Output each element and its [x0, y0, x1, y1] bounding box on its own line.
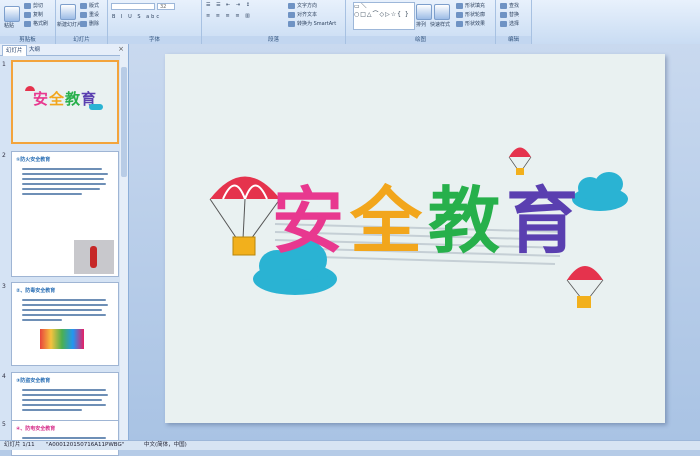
align-text-button[interactable]: 对齐文本 — [288, 11, 317, 18]
find-icon — [500, 2, 507, 9]
smartart-button[interactable]: 转换为 SmartArt — [288, 20, 336, 27]
paragraph-group: ☰ ☰ ⇤ ⇥ ↕ ≡ ≡ ≡ ≡ ▥ 文字方向 对齐文本 转换为 SmartA… — [202, 0, 346, 44]
title-char: 安 — [272, 179, 351, 263]
align-text-icon — [288, 11, 295, 18]
smartart-icon — [288, 20, 295, 27]
slides-group-label: 幻灯片 — [56, 36, 107, 44]
ribbon: 粘贴 剪切 复制 格式刷 剪贴板 新建幻灯片 版式 重设 删除 幻灯片 32 B… — [0, 0, 700, 45]
thumb-heading: ④、防电安全教育 — [16, 426, 56, 432]
reset-button[interactable]: 重设 — [80, 11, 99, 18]
pane-tabs: 幻灯片 大纲 × — [0, 44, 128, 56]
slide-title[interactable]: 安全教育 — [272, 162, 584, 267]
new-slide-icon[interactable] — [60, 4, 76, 20]
slides-pane: 幻灯片 大纲 × 1 安全教育 2 ①防火安全教育 3 ②、防毒安全教育 4 ③… — [0, 44, 129, 456]
layout-button[interactable]: 版式 — [80, 2, 99, 9]
clipboard-group: 粘贴 剪切 复制 格式刷 剪贴板 — [0, 0, 56, 44]
cut-button[interactable]: 剪切 — [24, 2, 43, 9]
editing-group: 查找 替换 选择 编辑 — [496, 0, 532, 44]
list-buttons[interactable]: ☰ ☰ ⇤ ⇥ ↕ — [206, 2, 252, 8]
slide-number: 2 — [2, 152, 6, 159]
parachute-icon — [209, 176, 281, 256]
effects-icon — [456, 20, 463, 27]
fire-extinguisher-image — [74, 240, 114, 274]
fill-icon — [456, 2, 463, 9]
pane-scrollbar-thumb[interactable] — [121, 67, 127, 177]
title-char: 育 — [506, 179, 585, 263]
title-char: 教 — [428, 179, 507, 263]
select-icon — [500, 20, 507, 27]
scissors-icon — [24, 2, 31, 9]
copy-button[interactable]: 复制 — [24, 11, 43, 18]
drawing-group-label: 绘图 — [346, 36, 495, 44]
outline-icon — [456, 11, 463, 18]
quick-styles-icon[interactable] — [434, 4, 450, 20]
layout-icon — [80, 2, 87, 9]
replace-icon — [500, 11, 507, 18]
font-name-field[interactable] — [111, 3, 155, 10]
arrange-icon[interactable] — [416, 4, 432, 20]
medicine-image — [40, 329, 84, 349]
select-button[interactable]: 选择 — [500, 20, 519, 27]
thumb-heading: ①防火安全教育 — [16, 157, 51, 163]
shape-effects-button[interactable]: 形状效果 — [456, 20, 485, 27]
format-painter-button[interactable]: 格式刷 — [24, 20, 48, 27]
paste-button[interactable]: 粘贴 — [4, 22, 14, 29]
delete-button[interactable]: 删除 — [80, 20, 99, 27]
shape-fill-button[interactable]: 形状填充 — [456, 2, 485, 9]
delete-icon — [80, 20, 87, 27]
font-size-field[interactable]: 32 — [157, 3, 175, 10]
slides-group: 新建幻灯片 版式 重设 删除 幻灯片 — [56, 0, 108, 44]
slide-thumbnail-2[interactable]: ①防火安全教育 — [11, 151, 119, 277]
editing-group-label: 编辑 — [496, 36, 531, 44]
cloud-icon — [89, 104, 103, 110]
reset-icon — [80, 11, 87, 18]
pane-scrollbar[interactable] — [120, 55, 128, 440]
replace-button[interactable]: 替换 — [500, 11, 519, 18]
new-slide-button[interactable]: 新建幻灯片 — [57, 21, 82, 28]
brush-icon — [24, 20, 31, 27]
font-group: 32 B I U S abc 字体 — [108, 0, 202, 44]
title-char: 全 — [350, 179, 429, 263]
slide-number: 4 — [2, 373, 6, 380]
slide-thumbnail-1[interactable]: 安全教育 — [11, 60, 119, 144]
text-direction-icon — [288, 2, 295, 9]
slide-number: 3 — [2, 283, 6, 290]
parachute-icon — [566, 266, 604, 308]
align-buttons[interactable]: ≡ ≡ ≡ ≡ ▥ — [206, 13, 252, 19]
thumb-title: 安全教育 — [33, 90, 98, 108]
slide-thumbnail-3[interactable]: ②、防毒安全教育 — [11, 282, 119, 366]
tab-outline[interactable]: 大纲 — [26, 45, 43, 55]
slide-editor: 安全教育 — [129, 44, 700, 440]
clipboard-group-label: 剪贴板 — [0, 36, 55, 44]
paragraph-group-label: 段落 — [202, 36, 345, 44]
thumb-heading: ③防盗安全教育 — [16, 378, 51, 384]
slide-number: 5 — [2, 421, 6, 428]
drawing-group: ▭＼○□△⌒◇▷☆{ } 排列 快速样式 形状填充 形状轮廓 形状效果 绘图 — [346, 0, 496, 44]
copy-icon — [24, 11, 31, 18]
font-group-label: 字体 — [108, 36, 201, 44]
tab-slides[interactable]: 幻灯片 — [2, 45, 27, 56]
find-button[interactable]: 查找 — [500, 2, 519, 9]
thumb-heading: ②、防毒安全教育 — [16, 288, 56, 294]
current-slide[interactable]: 安全教育 — [165, 54, 665, 423]
parachute-icon — [25, 86, 35, 91]
shape-outline-button[interactable]: 形状轮廓 — [456, 11, 485, 18]
arrange-button[interactable]: 排列 — [416, 21, 426, 28]
shapes-gallery[interactable]: ▭＼○□△⌒◇▷☆{ } — [353, 2, 415, 30]
slide-number: 1 — [2, 61, 6, 68]
paste-icon[interactable] — [4, 6, 20, 22]
font-format-buttons[interactable]: B I U S abc — [112, 14, 161, 20]
close-icon[interactable]: × — [118, 45, 124, 53]
text-direction-button[interactable]: 文字方向 — [288, 2, 317, 9]
quick-styles-button[interactable]: 快速样式 — [430, 21, 450, 28]
